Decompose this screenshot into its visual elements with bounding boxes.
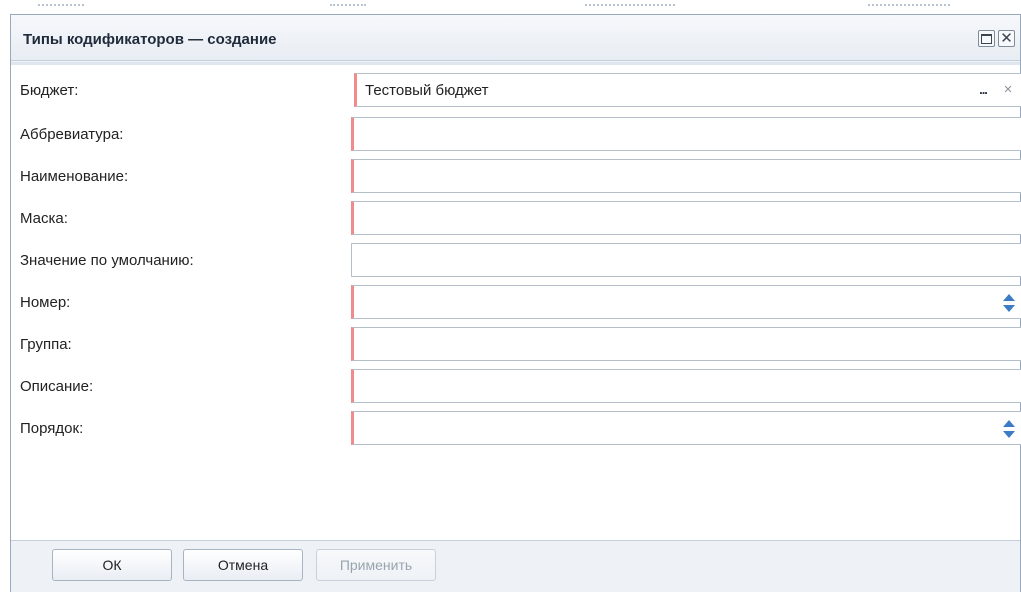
abbreviation-label: Аббревиатура: (20, 126, 124, 143)
spinner-down-icon[interactable] (1003, 305, 1015, 312)
form-row-budget: Бюджет: Тестовый бюджет ... × (11, 73, 1021, 109)
lookup-ellipsis-button[interactable]: ... (971, 79, 995, 101)
dialog-title: Типы кодификаторов — создание (23, 31, 277, 48)
spinner-down-icon[interactable] (1003, 431, 1015, 438)
apply-button[interactable]: Применить (316, 549, 436, 581)
form-panel: Бюджет: Тестовый бюджет ... × Аббревиату… (11, 62, 1021, 541)
order-input[interactable] (351, 411, 1021, 445)
default-value-label: Значение по умолчанию: (20, 252, 194, 269)
clear-icon[interactable]: × (999, 79, 1017, 101)
form-row-number: Номер: (11, 285, 1021, 321)
dialog-window: Типы кодификаторов — создание ✕ Бюджет: … (10, 14, 1021, 592)
number-spinner[interactable] (999, 289, 1019, 317)
description-label: Описание: (20, 378, 94, 395)
cancel-button[interactable]: Отмена (183, 549, 303, 581)
description-input[interactable] (351, 369, 1021, 403)
background-dots (330, 4, 366, 6)
group-input[interactable] (351, 327, 1021, 361)
form-row-group: Группа: (11, 327, 1021, 363)
spinner-up-icon[interactable] (1003, 294, 1015, 301)
mask-label: Маска: (20, 210, 68, 227)
budget-field[interactable]: Тестовый бюджет ... × (354, 73, 1021, 107)
dialog-footer: ОК Отмена Применить (11, 541, 1020, 592)
mask-input[interactable] (351, 201, 1021, 235)
name-input[interactable] (351, 159, 1021, 193)
form-row-description: Описание: (11, 369, 1021, 405)
close-icon[interactable]: ✕ (998, 30, 1015, 47)
number-label: Номер: (20, 294, 71, 311)
form-row-abbreviation: Аббревиатура: (11, 117, 1021, 153)
dialog-titlebar[interactable]: Типы кодификаторов — создание ✕ (11, 15, 1020, 61)
name-label: Наименование: (20, 168, 129, 185)
form-row-order: Порядок: (11, 411, 1021, 447)
number-input[interactable] (351, 285, 1021, 319)
default-value-input[interactable] (351, 243, 1021, 277)
budget-label: Бюджет: (20, 82, 79, 99)
background-dots (38, 4, 84, 6)
background-window-strip (0, 0, 1021, 14)
group-label: Группа: (20, 336, 72, 353)
form-row-name: Наименование: (11, 159, 1021, 195)
maximize-icon[interactable] (978, 30, 995, 47)
abbreviation-input[interactable] (351, 117, 1021, 151)
budget-value: Тестовый бюджет (365, 82, 489, 99)
form-row-default-value: Значение по умолчанию: (11, 243, 1021, 279)
spinner-up-icon[interactable] (1003, 420, 1015, 427)
order-label: Порядок: (20, 420, 84, 437)
background-dots (868, 4, 950, 6)
order-spinner[interactable] (999, 415, 1019, 443)
background-dots (585, 4, 675, 6)
form-row-mask: Маска: (11, 201, 1021, 237)
ok-button[interactable]: ОК (52, 549, 172, 581)
